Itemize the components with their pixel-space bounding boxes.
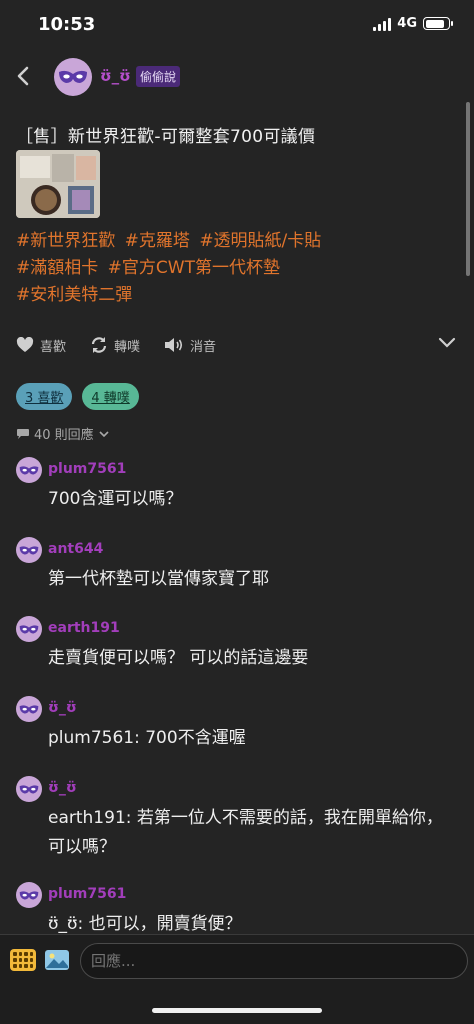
shares-count-button[interactable]: 4 轉噗 xyxy=(82,383,139,410)
keyboard-icon[interactable] xyxy=(10,949,36,971)
share-button[interactable]: 轉噗 xyxy=(90,336,140,355)
mask-icon xyxy=(59,70,87,83)
comment-text: 700含運可以嗎？ xyxy=(48,489,183,509)
tag[interactable]: #透明貼紙/卡貼 xyxy=(199,231,321,251)
status-time: 10:53 xyxy=(38,14,96,35)
mute-label: 消音 xyxy=(190,339,217,355)
signal-icon xyxy=(373,17,392,31)
comment-text: earth191: 若第一位人不需要的話，我在開單給你，可以嗎？ xyxy=(48,808,443,857)
anonymous-badge: 偷偷說 xyxy=(136,66,181,87)
post-image[interactable] xyxy=(16,150,100,218)
image-icon[interactable] xyxy=(44,947,70,973)
mute-icon xyxy=(165,338,183,352)
tag[interactable]: #新世界狂歡 xyxy=(16,231,115,251)
like-button[interactable]: 喜歡 xyxy=(16,336,66,355)
share-label: 轉噗 xyxy=(114,339,141,355)
replurk-icon xyxy=(91,337,107,353)
commenter-avatar[interactable] xyxy=(16,537,42,563)
post-header: ʊ̈_ʊ̈ 偷偷說 xyxy=(0,56,474,100)
post-scrollbar[interactable] xyxy=(466,102,470,276)
network-label: 4G xyxy=(397,16,417,31)
home-indicator[interactable] xyxy=(152,1008,322,1013)
comment-item: ʊ̈_ʊ̈ plum7561: 700不含運喔 xyxy=(16,696,456,756)
commenter-name[interactable]: earth191 xyxy=(48,620,120,636)
comment-text: 第一代杯墊可以當傳家寶了耶 xyxy=(48,569,269,589)
commenter-name[interactable]: ʊ̈_ʊ̈ xyxy=(48,780,77,796)
commenter-name[interactable]: plum7561 xyxy=(48,886,126,902)
commenter-name[interactable]: plum7561 xyxy=(48,461,126,477)
back-icon[interactable] xyxy=(14,64,34,88)
post-actions: 喜歡 轉噗 消音 xyxy=(16,334,458,356)
commenter-avatar[interactable] xyxy=(16,776,42,802)
mask-icon xyxy=(19,784,39,793)
author-avatar[interactable] xyxy=(54,58,92,96)
tag[interactable]: #滿額相卡 xyxy=(16,258,98,278)
tag[interactable]: #安利美特二彈 xyxy=(16,285,132,305)
author-name[interactable]: ʊ̈_ʊ̈ xyxy=(100,67,131,85)
reply-input[interactable] xyxy=(80,943,468,979)
like-label: 喜歡 xyxy=(40,339,67,355)
speech-bubble-icon xyxy=(17,428,29,439)
comment-item: ant644 第一代杯墊可以當傳家寶了耶 xyxy=(16,537,456,597)
mask-icon xyxy=(19,704,39,713)
comment-item: plum7561 700含運可以嗎？ xyxy=(16,457,456,517)
mask-icon xyxy=(19,465,39,474)
comment-item: plum7561 ʊ̈_ʊ̈: 也可以，開賣貨便？ xyxy=(16,882,456,934)
comment-item: ʊ̈_ʊ̈ earth191: 若第一位人不需要的話，我在開單給你，可以嗎？ xyxy=(16,776,456,866)
chevron-down-icon xyxy=(99,430,109,437)
battery-icon xyxy=(423,17,453,30)
reply-count-label: 40 則回應 xyxy=(34,428,94,443)
mask-icon xyxy=(19,545,39,554)
reply-count-toggle[interactable]: 40 則回應 xyxy=(16,424,110,443)
commenter-avatar[interactable] xyxy=(16,882,42,908)
tag[interactable]: #官方CWT第一代杯墊 xyxy=(108,258,280,278)
commenter-avatar[interactable] xyxy=(16,457,42,483)
commenter-avatar[interactable] xyxy=(16,696,42,722)
comment-text: plum7561: 700不含運喔 xyxy=(48,728,246,748)
status-bar: 10:53 4G xyxy=(0,0,474,52)
likes-count-button[interactable]: 3 喜歡 xyxy=(16,383,73,410)
post-stats: 3 喜歡 4 轉噗 xyxy=(16,383,139,410)
mask-icon xyxy=(19,890,39,899)
comment-item: earth191 走賣貨便可以嗎？ 可以的話這邊要 xyxy=(16,616,456,676)
commenter-name[interactable]: ant644 xyxy=(48,541,103,557)
mute-button[interactable]: 消音 xyxy=(164,336,216,355)
commenter-name[interactable]: ʊ̈_ʊ̈ xyxy=(48,700,77,716)
chevron-down-icon[interactable] xyxy=(438,336,456,348)
post-tags: #新世界狂歡 #克羅塔 #透明貼紙/卡貼 #滿額相卡 #官方CWT第一代杯墊 #… xyxy=(16,228,456,309)
status-indicators: 4G xyxy=(373,16,453,31)
mask-icon xyxy=(19,624,39,633)
comment-text: 走賣貨便可以嗎？ 可以的話這邊要 xyxy=(48,648,309,668)
post-title: ［售］新世界狂歡-可爾整套700可議價 xyxy=(16,127,316,147)
heart-icon xyxy=(16,337,34,352)
commenter-avatar[interactable] xyxy=(16,616,42,642)
tag[interactable]: #克羅塔 xyxy=(125,231,190,251)
merch-photo-icon xyxy=(16,150,100,218)
comment-text: ʊ̈_ʊ̈: 也可以，開賣貨便？ xyxy=(48,914,242,934)
